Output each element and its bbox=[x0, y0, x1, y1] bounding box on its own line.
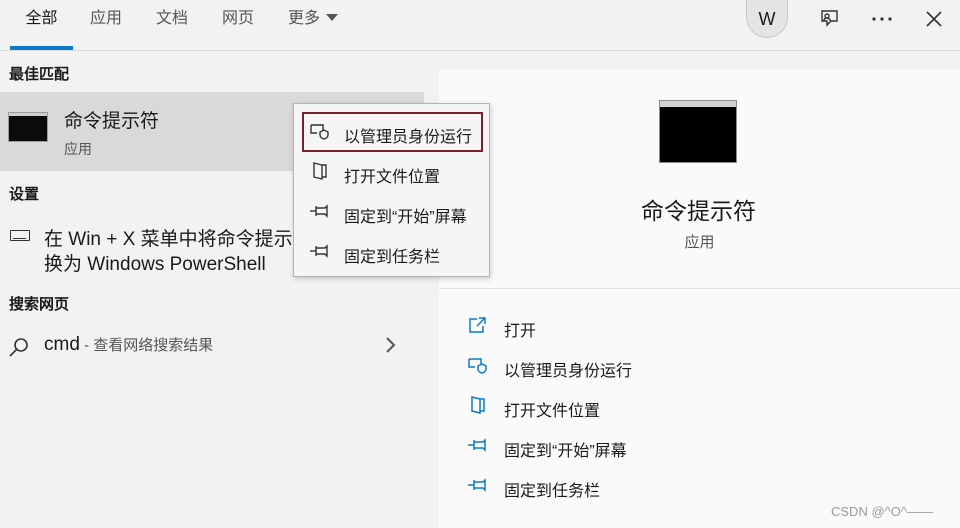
tab-more-label: 更多 bbox=[287, 10, 320, 27]
pin-icon bbox=[467, 435, 489, 455]
preview-subtitle: 应用 bbox=[684, 234, 715, 251]
action-open-file-location[interactable]: 打开文件位置 bbox=[465, 389, 945, 421]
settings-result-line1: 在 Win + X 菜单中将命令提示 bbox=[44, 229, 293, 250]
tab-more[interactable]: 更多 bbox=[278, 0, 348, 50]
best-match-heading: 最佳匹配 bbox=[9, 66, 70, 83]
tab-web-label: 网页 bbox=[221, 10, 254, 27]
preview-pane: 命令提示符 应用 打开 以管理员身份运行 打开文件位置 固定到“开始”屏幕 固定… bbox=[439, 69, 960, 528]
action-open-label: 打开 bbox=[504, 323, 537, 340]
web-search-query: cmd bbox=[44, 334, 80, 355]
action-open[interactable]: 打开 bbox=[465, 309, 945, 341]
command-prompt-large-icon bbox=[659, 100, 737, 163]
search-scope-tabs: 全部 应用 文档 网页 更多 W bbox=[0, 0, 960, 51]
feedback-icon[interactable] bbox=[815, 6, 843, 32]
context-menu-pin-to-start[interactable]: 固定到“开始”屏幕 bbox=[302, 192, 483, 232]
context-menu: 以管理员身份运行 打开文件位置 固定到“开始”屏幕 固定到任务栏 bbox=[293, 103, 490, 277]
web-search-result-item[interactable]: cmd - 查看网络搜索结果 bbox=[0, 328, 424, 364]
keyboard-icon bbox=[10, 230, 30, 241]
action-open-file-location-label: 打开文件位置 bbox=[504, 403, 601, 420]
caret-down-icon bbox=[326, 14, 338, 21]
context-menu-pin-to-start-label: 固定到“开始”屏幕 bbox=[344, 209, 467, 226]
action-run-as-admin-label: 以管理员身份运行 bbox=[504, 363, 633, 380]
best-match-title: 命令提示符 bbox=[64, 111, 160, 132]
pin-icon bbox=[309, 202, 331, 220]
tab-web[interactable]: 网页 bbox=[214, 0, 262, 50]
tab-all[interactable]: 全部 bbox=[10, 0, 73, 50]
watermark: CSDN @^O^—— bbox=[831, 504, 933, 519]
close-icon[interactable] bbox=[920, 6, 948, 32]
best-match-subtitle: 应用 bbox=[64, 141, 92, 157]
web-search-heading: 搜索网页 bbox=[9, 296, 70, 313]
shield-icon bbox=[309, 122, 331, 140]
tab-all-label: 全部 bbox=[25, 10, 58, 27]
action-pin-to-taskbar[interactable]: 固定到任务栏 bbox=[465, 469, 945, 501]
context-menu-open-file-location-label: 打开文件位置 bbox=[344, 169, 441, 186]
preview-title: 命令提示符 bbox=[641, 198, 756, 224]
settings-heading: 设置 bbox=[9, 186, 40, 203]
avatar[interactable]: W bbox=[746, 0, 788, 38]
tab-apps[interactable]: 应用 bbox=[82, 0, 130, 50]
pin-icon bbox=[467, 475, 489, 495]
command-prompt-app-icon bbox=[8, 112, 48, 142]
chevron-right-icon[interactable] bbox=[384, 336, 396, 359]
action-pin-to-start-label: 固定到“开始”屏幕 bbox=[504, 443, 627, 460]
web-search-hint: - 查看网络搜索结果 bbox=[79, 337, 214, 354]
context-menu-pin-to-taskbar[interactable]: 固定到任务栏 bbox=[302, 232, 483, 272]
context-menu-run-as-admin[interactable]: 以管理员身份运行 bbox=[302, 112, 483, 152]
action-run-as-admin[interactable]: 以管理员身份运行 bbox=[465, 349, 945, 381]
pin-icon bbox=[309, 242, 331, 260]
ellipsis-icon[interactable] bbox=[868, 6, 896, 32]
settings-result-line2: 换为 Windows PowerShell bbox=[44, 254, 266, 275]
active-tab-indicator bbox=[10, 46, 73, 50]
context-menu-run-as-admin-label: 以管理员身份运行 bbox=[344, 129, 473, 146]
file-location-icon bbox=[309, 162, 331, 180]
tab-documents-label: 文档 bbox=[155, 10, 188, 27]
preview-divider bbox=[439, 288, 960, 289]
context-menu-open-file-location[interactable]: 打开文件位置 bbox=[302, 152, 483, 192]
shield-icon bbox=[467, 355, 489, 375]
search-icon bbox=[8, 336, 30, 363]
file-location-icon bbox=[467, 395, 489, 415]
context-menu-pin-to-taskbar-label: 固定到任务栏 bbox=[344, 249, 441, 266]
tab-apps-label: 应用 bbox=[89, 10, 122, 27]
action-pin-to-start[interactable]: 固定到“开始”屏幕 bbox=[465, 429, 945, 461]
tab-documents[interactable]: 文档 bbox=[148, 0, 196, 50]
open-icon bbox=[467, 315, 489, 335]
action-pin-to-taskbar-label: 固定到任务栏 bbox=[504, 483, 601, 500]
